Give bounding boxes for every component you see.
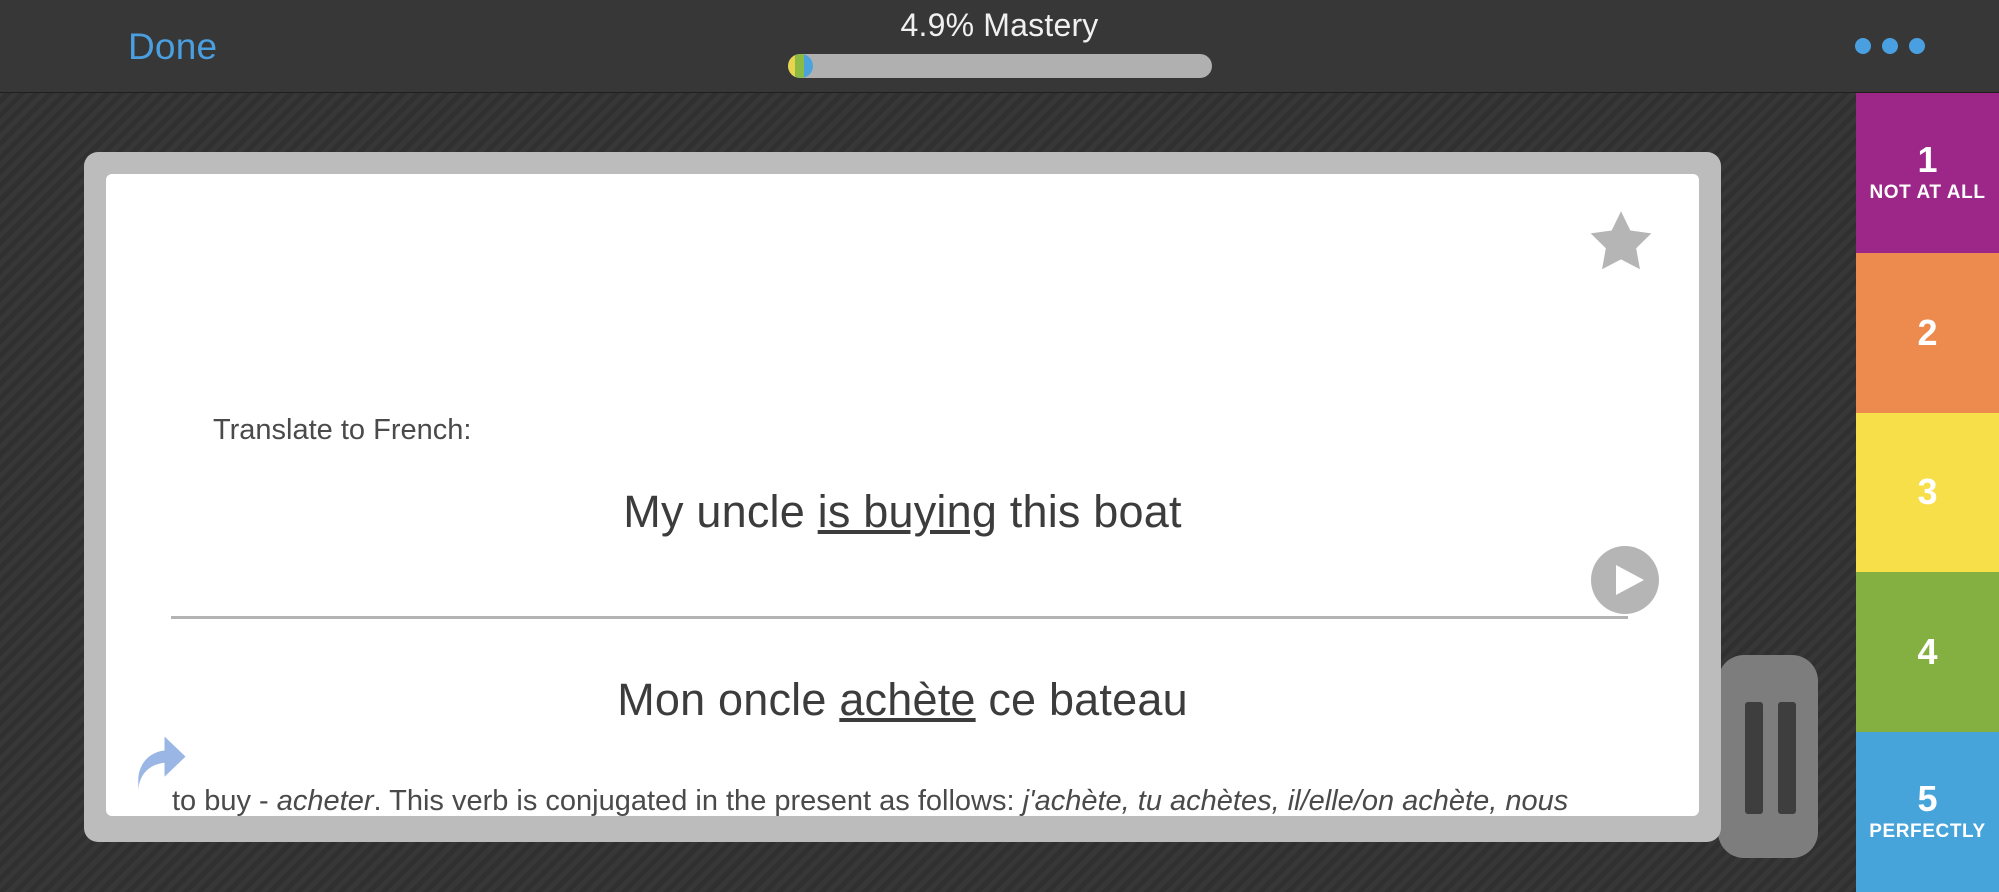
progress-segment-blue <box>803 54 813 78</box>
question-text: My uncle is buying this boat <box>106 486 1699 538</box>
question-before: My uncle <box>623 486 818 537</box>
rating-sidebar: 1 NOT AT ALL 2 3 4 5 PERFECTLY <box>1856 93 1999 892</box>
play-icon <box>1616 565 1644 595</box>
flashcard-app: Done 4.9% Mastery Translate to French: M… <box>0 0 1999 892</box>
card-divider <box>171 616 1628 619</box>
note-lead-italic: acheter <box>276 785 374 816</box>
more-options-button[interactable] <box>1855 38 1925 54</box>
answer-text: Mon oncle achète ce bateau <box>106 674 1699 726</box>
rating-4-button[interactable]: 4 <box>1856 572 1999 733</box>
grammar-note: to buy - acheter. This verb is conjugate… <box>172 779 1632 816</box>
answer-highlight: achète <box>839 674 976 725</box>
ellipsis-icon <box>1909 38 1925 54</box>
flashcard[interactable]: Translate to French: My uncle is buying … <box>106 174 1699 816</box>
question-highlight: is buying <box>817 486 998 537</box>
ellipsis-icon <box>1855 38 1871 54</box>
rating-4-number: 4 <box>1917 631 1938 673</box>
answer-after: ce bateau <box>975 674 1188 725</box>
rating-5-button[interactable]: 5 PERFECTLY <box>1856 732 1999 892</box>
rating-1-button[interactable]: 1 NOT AT ALL <box>1856 93 1999 253</box>
mastery-label: 4.9% Mastery <box>900 7 1099 43</box>
handle-grip-bar <box>1778 702 1796 814</box>
rating-5-label: PERFECTLY <box>1869 821 1986 843</box>
rating-1-number: 1 <box>1917 138 1938 180</box>
progress-segment-green <box>794 54 804 78</box>
ellipsis-icon <box>1882 38 1898 54</box>
rating-5-number: 5 <box>1917 778 1938 820</box>
rating-3-number: 3 <box>1917 471 1938 513</box>
card-stack-handle[interactable] <box>1718 655 1818 858</box>
progress-segment-yellow <box>787 54 795 78</box>
undo-arrow-icon[interactable] <box>126 726 210 810</box>
flashcard-frame: Translate to French: My uncle is buying … <box>84 152 1721 842</box>
play-audio-button[interactable] <box>1591 546 1659 614</box>
rating-3-button[interactable]: 3 <box>1856 412 1999 573</box>
done-button[interactable]: Done <box>128 26 217 68</box>
star-icon[interactable] <box>1585 206 1657 276</box>
rating-2-number: 2 <box>1917 311 1938 353</box>
mastery-section: 4.9% Mastery <box>740 5 1260 78</box>
top-bar: Done 4.9% Mastery <box>0 0 1999 93</box>
mastery-progress-fill <box>787 54 813 78</box>
answer-before: Mon oncle <box>617 674 840 725</box>
question-after: this boat <box>997 486 1182 537</box>
handle-grip-bar <box>1745 702 1763 814</box>
rating-2-button[interactable]: 2 <box>1856 252 1999 413</box>
mastery-progress-bar <box>787 54 1212 78</box>
prompt-label: Translate to French: <box>213 414 472 446</box>
rating-1-label: NOT AT ALL <box>1869 181 1986 203</box>
note-middle: . This verb is conjugated in the present… <box>373 785 1023 816</box>
